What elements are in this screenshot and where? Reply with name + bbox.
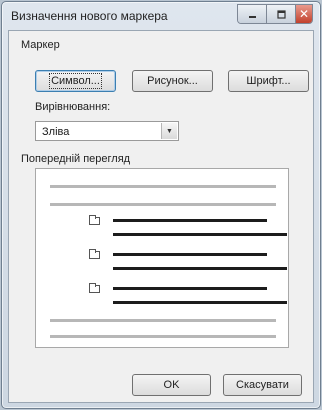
close-icon: ✕ [298, 7, 310, 21]
alignment-value: Зліва [42, 126, 70, 138]
ok-button-label: OK [163, 379, 180, 391]
title-bar[interactable]: Визначення нового маркера ✕ [2, 2, 320, 30]
cancel-button[interactable]: Скасувати [223, 374, 302, 396]
marker-group-label: Маркер [21, 39, 60, 51]
maximize-button[interactable] [267, 5, 296, 23]
preview-pane [35, 168, 289, 348]
close-button[interactable]: ✕ [296, 5, 312, 23]
ok-button[interactable]: OK [132, 374, 211, 396]
window-controls: ✕ [237, 4, 313, 24]
minimize-button[interactable] [238, 5, 267, 23]
preview-text-line [50, 185, 276, 188]
dialog-body: Маркер Символ... Рисунок... Шрифт... Вир… [8, 30, 314, 403]
preview-text-line [50, 335, 276, 338]
alignment-select[interactable]: Зліва ▼ [35, 121, 179, 141]
minimize-icon [248, 15, 256, 18]
chevron-down-icon[interactable]: ▼ [161, 123, 177, 139]
dialog-title: Визначення нового маркера [11, 9, 168, 23]
bullet-picture-icon [89, 283, 100, 293]
preview-bullet-line [113, 219, 267, 222]
preview-bullet-line [113, 253, 267, 256]
maximize-icon [276, 9, 286, 19]
cancel-button-label: Скасувати [236, 379, 289, 391]
font-button-label: Шрифт... [246, 75, 291, 87]
preview-bullet-line [113, 267, 287, 270]
preview-bullet-line [113, 301, 287, 304]
preview-bullet-line [113, 287, 267, 290]
symbol-button[interactable]: Символ... [35, 70, 116, 92]
bullet-picture-icon [89, 249, 100, 259]
preview-label: Попередній перегляд [21, 153, 131, 165]
symbol-button-label: Символ... [49, 73, 102, 89]
preview-text-line [50, 319, 276, 322]
font-button[interactable]: Шрифт... [228, 70, 309, 92]
preview-bullet-line [113, 233, 287, 236]
alignment-label: Вирівнювання: [35, 101, 111, 113]
picture-button-label: Рисунок... [147, 75, 198, 87]
picture-button[interactable]: Рисунок... [132, 70, 213, 92]
bullet-picture-icon [89, 215, 100, 225]
define-new-bullet-dialog: Визначення нового маркера ✕ Маркер Симво… [1, 1, 321, 409]
preview-text-line [50, 203, 276, 206]
